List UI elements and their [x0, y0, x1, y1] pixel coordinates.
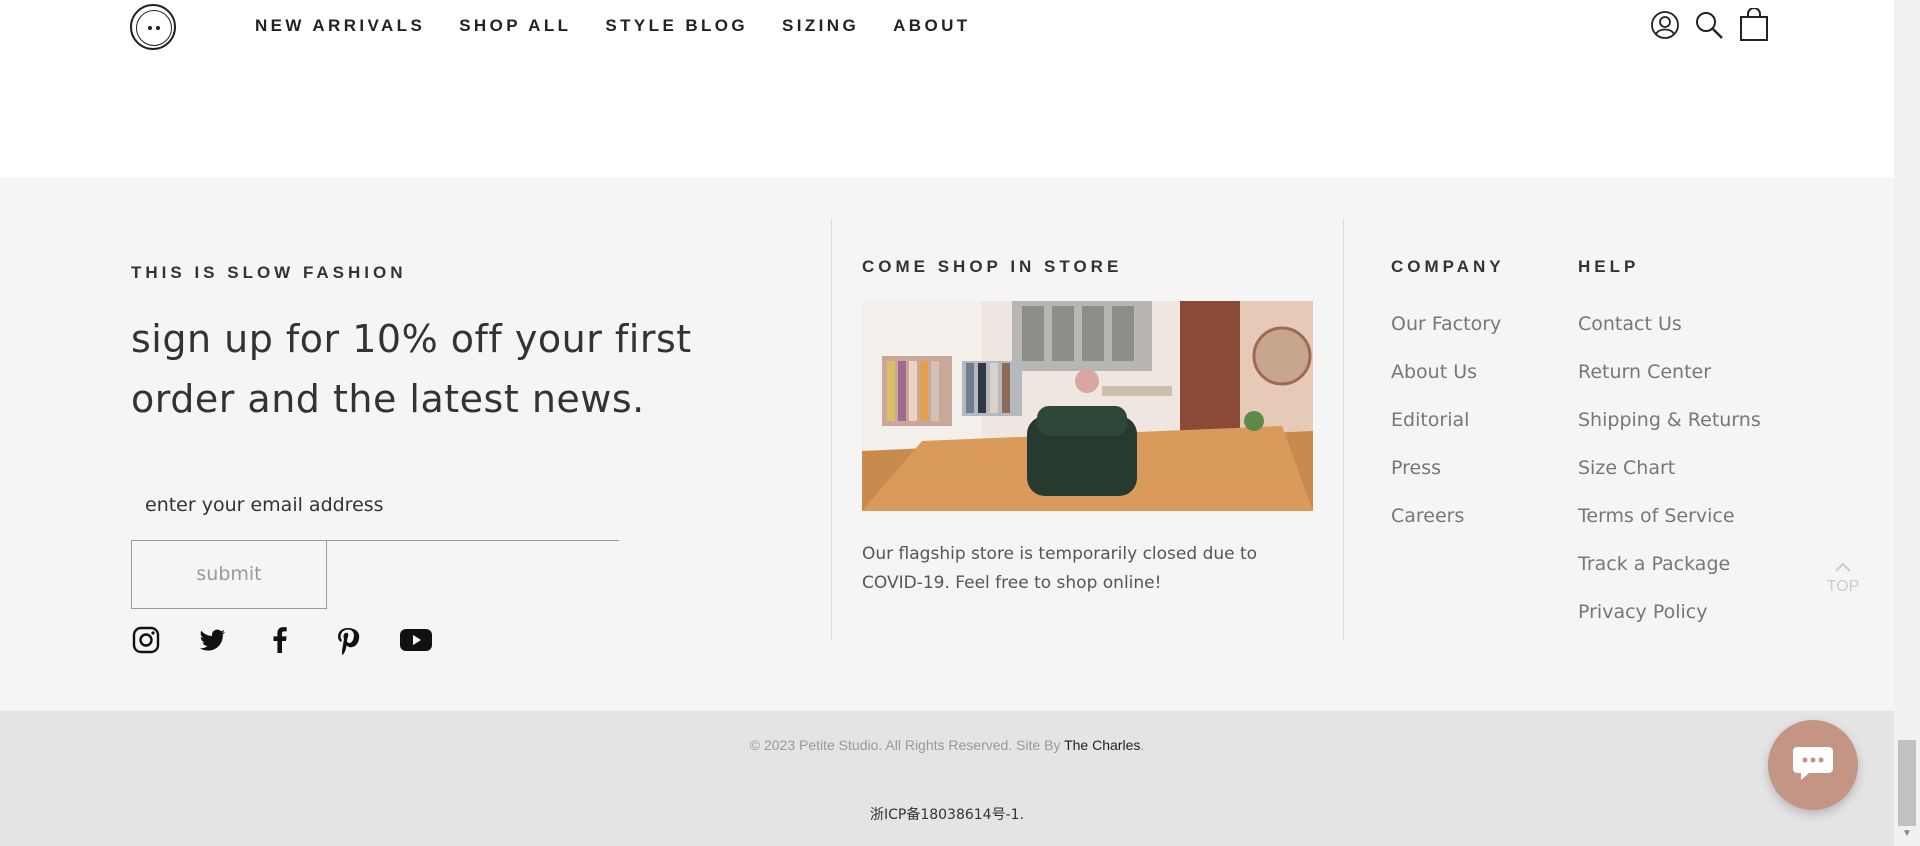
site-by-link[interactable]: The Charles — [1064, 737, 1140, 753]
scrollbar[interactable]: ▼ — [1894, 0, 1920, 846]
link-track-package[interactable]: Track a Package — [1578, 553, 1761, 601]
column-divider — [1343, 219, 1344, 641]
nav-sizing[interactable]: SIZING — [782, 16, 859, 36]
chevron-up-icon — [1826, 560, 1860, 578]
link-shipping-returns[interactable]: Shipping & Returns — [1578, 409, 1761, 457]
email-input[interactable]: enter your email address — [145, 494, 384, 516]
social-links — [131, 625, 466, 659]
link-return-center[interactable]: Return Center — [1578, 361, 1761, 409]
nav-new-arrivals[interactable]: NEW ARRIVALS — [255, 16, 425, 36]
account-icon[interactable] — [1650, 10, 1680, 45]
scroll-down-arrow-icon[interactable]: ▼ — [1902, 828, 1912, 839]
newsletter-headline: sign up for 10% off your first order and… — [131, 317, 692, 421]
site-header: NEW ARRIVALS SHOP ALL STYLE BLOG SIZING … — [0, 0, 1894, 55]
link-privacy-policy[interactable]: Privacy Policy — [1578, 601, 1761, 649]
back-to-top-button[interactable]: TOP — [1826, 560, 1860, 596]
search-icon[interactable] — [1694, 10, 1724, 45]
link-size-chart[interactable]: Size Chart — [1578, 457, 1761, 505]
copyright-bar: © 2023 Petite Studio. All Rights Reserve… — [0, 711, 1894, 846]
link-press[interactable]: Press — [1391, 457, 1501, 505]
nav-shop-all[interactable]: SHOP ALL — [459, 16, 571, 36]
header-icons — [1650, 7, 1770, 47]
column-divider — [831, 219, 832, 641]
main-nav: NEW ARRIVALS SHOP ALL STYLE BLOG SIZING … — [255, 16, 1005, 36]
back-to-top-label: TOP — [1826, 578, 1860, 595]
link-editorial[interactable]: Editorial — [1391, 409, 1501, 457]
facebook-icon[interactable] — [265, 625, 332, 659]
store-photo — [862, 301, 1313, 511]
link-our-factory[interactable]: Our Factory — [1391, 313, 1501, 361]
copyright-period: . — [1140, 737, 1145, 753]
copyright-text: © 2023 Petite Studio. All Rights Reserve… — [0, 737, 1894, 753]
cart-icon[interactable] — [1738, 7, 1770, 47]
newsletter-eyebrow: THIS IS SLOW FASHION — [131, 263, 407, 282]
instagram-icon[interactable] — [131, 625, 198, 659]
chat-button[interactable] — [1768, 720, 1858, 810]
scrollbar-thumb[interactable] — [1898, 740, 1916, 826]
nav-style-blog[interactable]: STYLE BLOG — [605, 16, 748, 36]
logo[interactable] — [130, 4, 176, 50]
link-terms-of-service[interactable]: Terms of Service — [1578, 505, 1761, 553]
copyright-label: © 2023 Petite Studio. All Rights Reserve… — [749, 737, 1065, 753]
icp-license[interactable]: 浙ICP备18038614号-1. — [0, 804, 1894, 824]
site-footer: THIS IS SLOW FASHION sign up for 10% off… — [0, 177, 1894, 711]
link-contact-us[interactable]: Contact Us — [1578, 313, 1761, 361]
help-title: HELP — [1578, 257, 1640, 276]
store-note: Our flagship store is temporarily closed… — [862, 544, 1258, 593]
youtube-icon[interactable] — [399, 625, 466, 659]
nav-about[interactable]: ABOUT — [893, 16, 970, 36]
company-title: COMPANY — [1391, 257, 1505, 276]
link-careers[interactable]: Careers — [1391, 505, 1501, 553]
twitter-icon[interactable] — [198, 625, 265, 659]
chat-bubble-icon — [1791, 743, 1835, 788]
pinterest-icon[interactable] — [332, 625, 399, 659]
link-about-us[interactable]: About Us — [1391, 361, 1501, 409]
store-eyebrow: COME SHOP IN STORE — [862, 257, 1123, 276]
submit-button[interactable]: submit — [131, 540, 327, 609]
